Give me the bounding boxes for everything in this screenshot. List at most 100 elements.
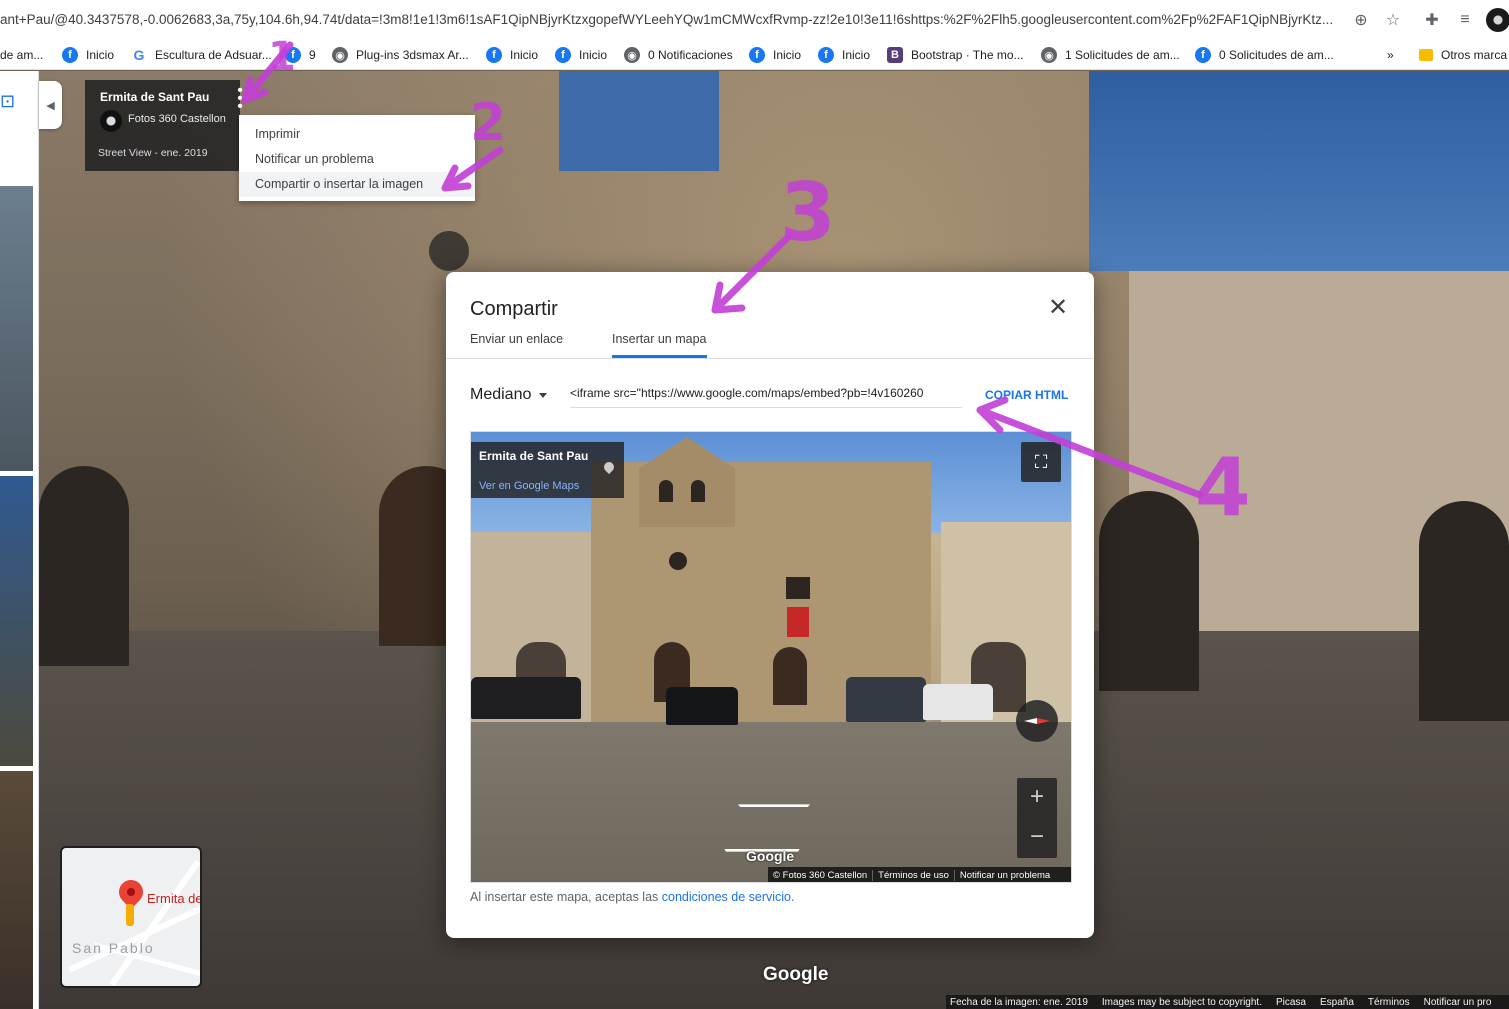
facebook-icon: f: [285, 47, 301, 63]
location-title[interactable]: Ermita de Sant Pau: [100, 90, 209, 104]
capture-date: Street View - ene. 2019: [98, 147, 208, 159]
author-name[interactable]: Fotos 360 Castellon: [128, 113, 226, 125]
url-text[interactable]: ant+Pau/@40.3437578,-0.0062683,3a,75y,10…: [0, 12, 1340, 27]
add-photo-icon[interactable]: ⊡: [0, 91, 24, 115]
bell-gable: [639, 437, 735, 527]
preview-title: Ermita de Sant Pau: [479, 449, 589, 463]
car: [923, 684, 993, 720]
copy-html-button[interactable]: COPIAR HTML: [985, 388, 1068, 402]
other-bookmarks[interactable]: Otros marca: [1419, 46, 1507, 64]
bookmark-label: 1 Solicitudes de am...: [1065, 48, 1180, 62]
share-dialog: Compartir ✕ Enviar un enlace Insertar un…: [446, 272, 1094, 938]
view-in-google-maps-link[interactable]: Ver en Google Maps: [479, 480, 579, 492]
bookmark-item[interactable]: ◉ 0 Notificaciones: [624, 46, 733, 64]
bookmark-label: Inicio: [773, 48, 802, 62]
extensions-icon[interactable]: ✚: [1422, 10, 1442, 30]
bookmark-item[interactable]: f Inicio: [818, 46, 870, 64]
footer-date: Fecha de la imagen: ene. 2019: [950, 996, 1088, 1008]
bookmark-item[interactable]: de am...: [0, 46, 43, 64]
footer-picasa[interactable]: Picasa: [1276, 997, 1306, 1008]
fullscreen-icon[interactable]: ⛶: [1021, 442, 1061, 482]
embed-code-field[interactable]: <iframe src="https://www.google.com/maps…: [570, 386, 962, 408]
bookmark-item[interactable]: G Escultura de Adsuar...: [131, 46, 272, 64]
google-icon: G: [131, 47, 147, 63]
preview-footer: © Fotos 360 Castellon Términos de uso No…: [768, 867, 1071, 882]
bookmark-item[interactable]: f9: [285, 46, 316, 64]
banner: [787, 607, 809, 637]
bookmark-label: Inicio: [510, 48, 539, 62]
bookmark-item[interactable]: ◉ 1 Solicitudes de am...: [1041, 46, 1180, 64]
zoom-control: + −: [1017, 778, 1057, 858]
bookmark-label: Inicio: [86, 48, 115, 62]
bookmark-item[interactable]: f Inicio: [62, 46, 114, 64]
bookmark-label: Escultura de Adsuar...: [155, 48, 272, 62]
more-options-icon[interactable]: • • •: [235, 83, 245, 115]
pegman-icon[interactable]: [126, 904, 134, 926]
facebook-icon: f: [555, 47, 571, 63]
archway: [39, 466, 129, 666]
minimap-place-label: Ermita de: [147, 891, 202, 906]
map-pin-icon[interactable]: [601, 459, 617, 475]
preview-author-credit[interactable]: © Fotos 360 Castellon: [768, 870, 874, 881]
author-avatar[interactable]: [100, 110, 122, 132]
install-icon[interactable]: ⊕: [1351, 10, 1371, 30]
footer-country[interactable]: España: [1320, 997, 1354, 1008]
size-select[interactable]: Mediano: [470, 386, 548, 404]
address-bar[interactable]: ant+Pau/@40.3437578,-0.0062683,3a,75y,10…: [0, 0, 1509, 40]
window: [786, 577, 810, 599]
location-card: Ermita de Sant Pau Fotos 360 Castellon S…: [85, 80, 240, 171]
door: [773, 647, 807, 705]
menu-item-share[interactable]: Compartir o insertar la imagen: [239, 172, 475, 197]
bookmark-label: 0 Notificaciones: [648, 48, 733, 62]
car: [666, 687, 738, 725]
bookmark-item[interactable]: f Inicio: [486, 46, 538, 64]
terms-of-service-link[interactable]: condiciones de servicio: [662, 890, 791, 904]
bookmark-item[interactable]: B Bootstrap · The mo...: [887, 46, 1024, 64]
bell-opening: [659, 480, 673, 502]
archway: [1419, 501, 1509, 721]
sky: [1089, 71, 1509, 271]
caret-down-icon: [539, 392, 548, 398]
footer-report[interactable]: Notificar un pro: [1424, 997, 1492, 1008]
bookmark-item[interactable]: ◉ Plug-ins 3dsmax Ar...: [332, 46, 469, 64]
bookmark-label: Bootstrap · The mo...: [911, 48, 1024, 62]
tab-send-link[interactable]: Enviar un enlace: [470, 332, 563, 358]
bookmark-item[interactable]: f 0 Solicitudes de am...: [1195, 46, 1334, 64]
bookmark-item[interactable]: f Inicio: [555, 46, 607, 64]
bookmarks-bar: de am... f Inicio G Escultura de Adsuar...…: [0, 40, 1509, 70]
tab-embed-map[interactable]: Insertar un mapa: [612, 332, 707, 358]
side-panel: ⊡: [0, 71, 39, 1009]
footer-copyright: Images may be subject to copyright.: [1101, 996, 1262, 1008]
location-pin-dot: [127, 888, 135, 896]
zoom-in-button[interactable]: +: [1017, 778, 1057, 818]
preview-terms-link[interactable]: Términos de uso: [873, 870, 955, 881]
sky: [559, 71, 719, 171]
menu-item-print[interactable]: Imprimir: [239, 122, 475, 147]
collapse-panel-button[interactable]: ◀: [39, 81, 62, 129]
consent-text: Al insertar este mapa, aceptas las condi…: [470, 890, 795, 904]
embed-preview[interactable]: Ermita de Sant Pau Ver en Google Maps ⛶ …: [470, 431, 1072, 883]
footer-terms[interactable]: Términos: [1368, 997, 1410, 1008]
zoom-out-button[interactable]: −: [1017, 818, 1057, 858]
folder-icon: [1419, 49, 1433, 61]
other-bookmarks-label: Otros marca: [1441, 48, 1508, 62]
car: [846, 677, 926, 722]
photo-thumbnail[interactable]: [0, 476, 33, 766]
rose-window: [429, 231, 469, 271]
bookmarks-overflow[interactable]: »: [1387, 46, 1394, 64]
menu-item-report[interactable]: Notificar un problema: [239, 147, 475, 172]
photo-thumbnail[interactable]: [0, 771, 33, 1009]
facebook-icon: f: [1195, 47, 1211, 63]
photo-thumbnail[interactable]: [0, 186, 33, 471]
profile-avatar[interactable]: [1486, 8, 1509, 32]
bookmark-item[interactable]: f Inicio: [749, 46, 801, 64]
media-icon[interactable]: ≡: [1455, 10, 1475, 30]
preview-report-link[interactable]: Notificar un problema: [955, 870, 1055, 881]
facebook-icon: f: [818, 47, 834, 63]
minimap[interactable]: Ermita de San Pablo: [60, 846, 202, 988]
navigation-arrow-forward[interactable]: [731, 804, 817, 815]
close-icon[interactable]: ✕: [1046, 296, 1070, 321]
star-icon[interactable]: ☆: [1383, 10, 1403, 30]
bell-opening: [691, 480, 705, 502]
globe-icon: ◉: [1041, 47, 1057, 63]
